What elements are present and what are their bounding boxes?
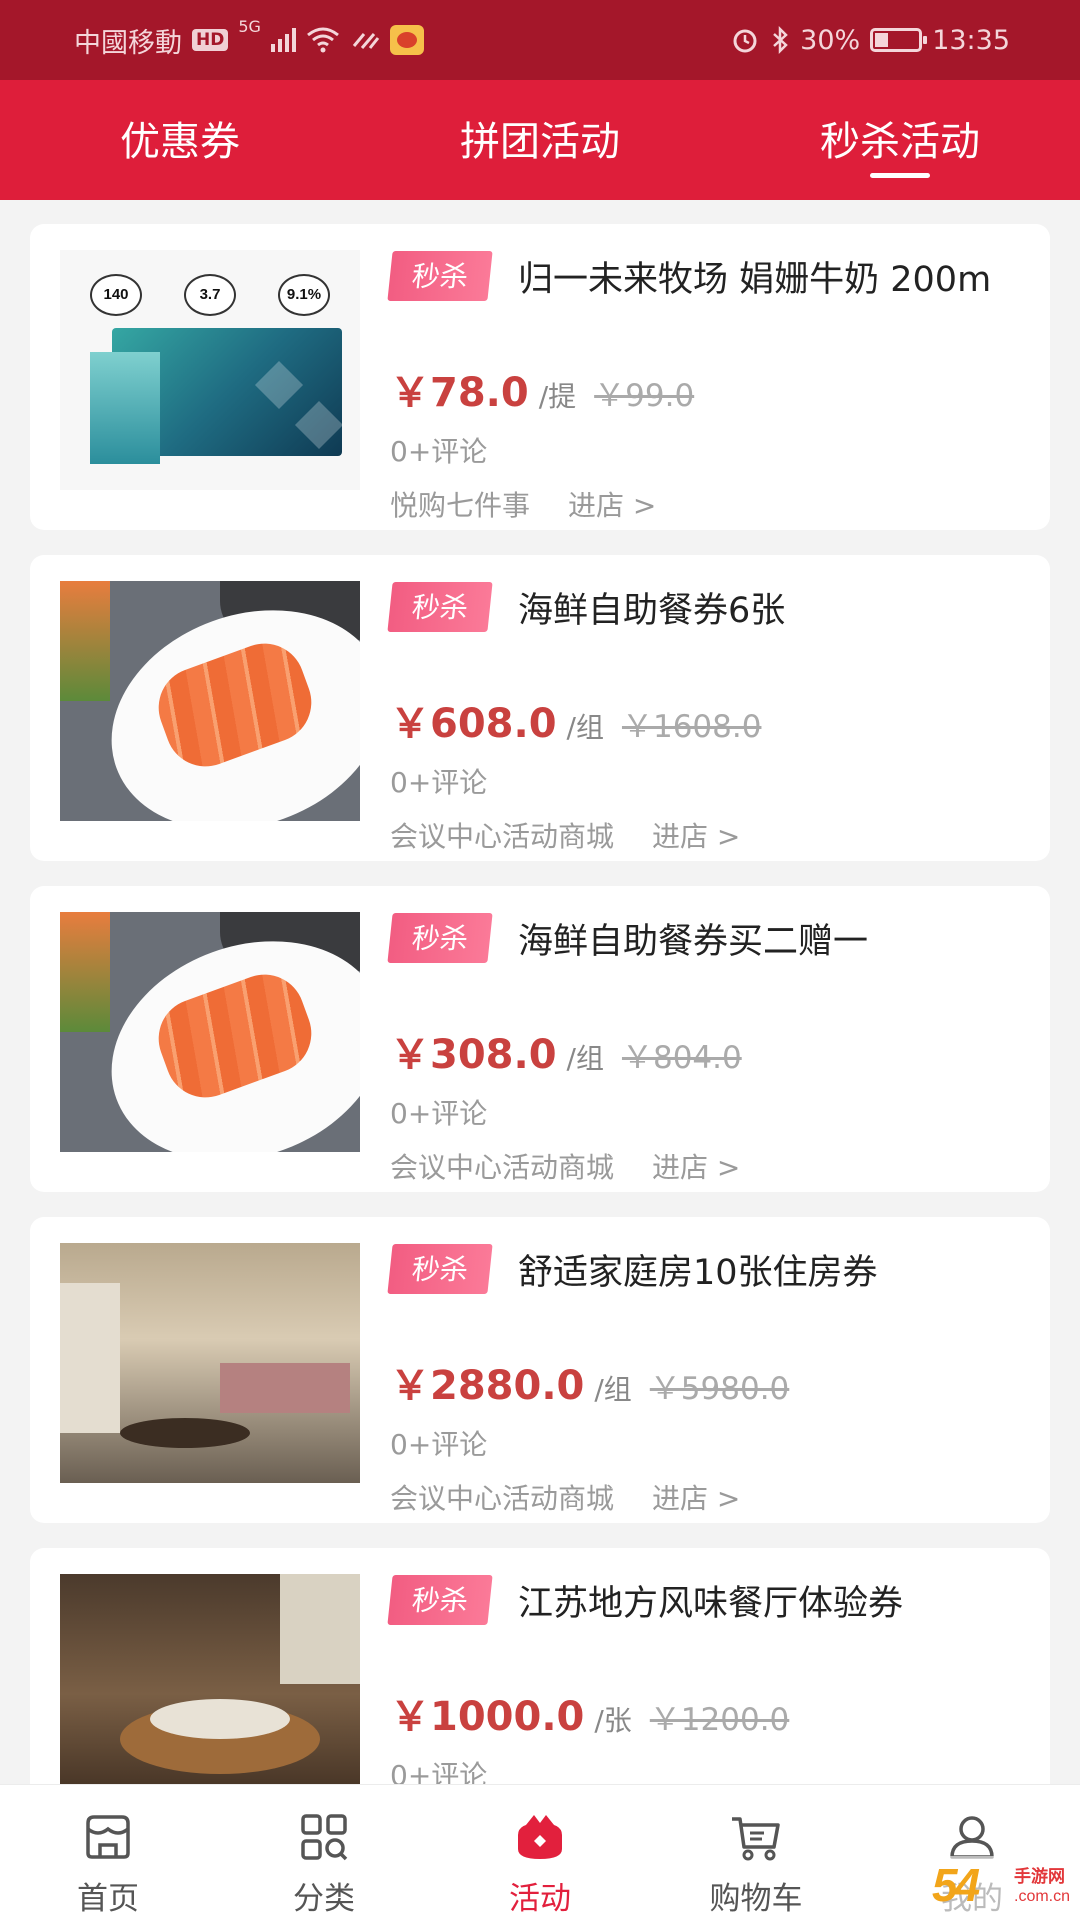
milk-carton-shape: [90, 352, 160, 464]
tab-group-buy[interactable]: 拼团活动: [360, 80, 720, 200]
product-reviews: 0+评论: [390, 766, 488, 799]
product-info: 秒杀 归一未来牧场 娟姗牛奶 200m ￥78.0 /提 ￥99.0 0+评论 …: [387, 246, 1050, 524]
product-image-salmon[interactable]: [60, 581, 360, 821]
flash-sale-tag: 秒杀: [387, 1244, 493, 1294]
product-title[interactable]: 归一未来牧场 娟姗牛奶 200m: [518, 251, 991, 302]
product-unit: /组: [566, 1042, 604, 1075]
flash-sale-tag: 秒杀: [387, 251, 493, 301]
category-icon: [301, 1814, 348, 1861]
product-title[interactable]: 江苏地方风味餐厅体验券: [518, 1575, 903, 1626]
product-price: ￥608.0: [390, 701, 557, 747]
status-bar: 中國移動 HD 5G 30% 13:35: [0, 0, 1080, 80]
nav-activity-label: 活动: [509, 1881, 571, 1917]
battery-fill: [875, 33, 889, 47]
link-icon: [352, 33, 380, 49]
nav-cart[interactable]: 购物车: [648, 1785, 864, 1920]
product-reviews: 0+评论: [390, 1097, 488, 1130]
activity-icon: [518, 1815, 562, 1859]
product-original-price: ￥99.0: [594, 378, 695, 414]
milk-dial-1: 140: [90, 274, 142, 316]
product-image-hotel-room[interactable]: [60, 1243, 360, 1483]
network-label: 5G: [238, 16, 261, 36]
product-unit: /张: [594, 1704, 632, 1737]
shop-name: 悦购七件事: [390, 489, 531, 522]
product-card[interactable]: 秒杀 海鲜自助餐券买二赠一 ￥308.0 /组 ￥804.0 0+评论 会议中心…: [30, 886, 1050, 1192]
battery-percent: 30%: [800, 24, 861, 56]
nav-cart-label: 购物车: [709, 1881, 803, 1917]
milk-dial-2: 3.7: [184, 274, 236, 316]
product-card[interactable]: 秒杀 舒适家庭房10张住房券 ￥2880.0 /组 ￥5980.0 0+评论 会…: [30, 1217, 1050, 1523]
nav-activity[interactable]: 活动: [432, 1785, 648, 1920]
product-original-price: ￥1608.0: [621, 709, 762, 745]
tab-flash-sale[interactable]: 秒杀活动: [720, 80, 1080, 200]
activity-tabs: 优惠券 拼团活动 秒杀活动: [0, 80, 1080, 200]
shop-name: 会议中心活动商城: [390, 1151, 615, 1184]
nav-home-label: 首页: [77, 1881, 139, 1917]
flash-sale-tag: 秒杀: [387, 1575, 493, 1625]
bottom-nav: 首页 分类 活动 购物车 我的: [0, 1784, 1080, 1920]
product-reviews: 0+评论: [390, 435, 488, 468]
product-title[interactable]: 海鲜自助餐券6张: [518, 582, 785, 633]
product-image-dining-room[interactable]: [60, 1574, 360, 1784]
nav-category-label: 分类: [293, 1881, 355, 1917]
enter-store-link[interactable]: 进店 >: [652, 1477, 740, 1517]
watermark-domain: .com.cn: [1014, 1888, 1071, 1905]
product-reviews: 0+评论: [390, 1428, 488, 1461]
status-right: 30% 13:35: [730, 25, 1010, 56]
battery-icon: [870, 28, 928, 52]
home-icon: [86, 1815, 130, 1859]
bluetooth-icon: [773, 25, 788, 55]
product-price: ￥78.0: [390, 370, 529, 416]
enter-store-link[interactable]: 进店 >: [568, 484, 656, 524]
product-info: 秒杀 海鲜自助餐券买二赠一 ￥308.0 /组 ￥804.0 0+评论 会议中心…: [387, 908, 1050, 1186]
product-original-price: ￥1200.0: [649, 1702, 790, 1738]
watermark-number: 54: [932, 1859, 980, 1911]
product-info: 秒杀 舒适家庭房10张住房券 ￥2880.0 /组 ￥5980.0 0+评论 会…: [387, 1239, 1050, 1517]
product-info: 秒杀 海鲜自助餐券6张 ￥608.0 /组 ￥1608.0 0+评论 会议中心活…: [387, 577, 1050, 855]
alarm-icon: [733, 29, 757, 53]
signal-icon: [270, 28, 296, 52]
product-unit: /组: [594, 1373, 632, 1406]
product-title[interactable]: 海鲜自助餐券买二赠一: [518, 913, 868, 964]
product-info: 秒杀 江苏地方风味餐厅体验券 ￥1000.0 /张 ￥1200.0 0+评论: [387, 1570, 1050, 1784]
product-image-milk[interactable]: 140 3.7 9.1%: [60, 250, 360, 490]
carrier-label: 中國移動: [74, 27, 182, 59]
enter-store-link[interactable]: 进店 >: [652, 815, 740, 855]
product-reviews: 0+评论: [390, 1759, 488, 1784]
weibo-icon: [389, 25, 424, 55]
watermark-text: 手游网: [1014, 1867, 1065, 1886]
enter-store-link[interactable]: 进店 >: [652, 1146, 740, 1186]
product-image-salmon[interactable]: [60, 912, 360, 1152]
flash-sale-tag: 秒杀: [387, 913, 493, 963]
milk-dial-3: 9.1%: [278, 274, 330, 316]
wifi-icon: [306, 27, 339, 53]
product-unit: /组: [566, 711, 604, 744]
product-original-price: ￥804.0: [621, 1040, 742, 1076]
status-left: 中國移動 HD 5G: [74, 17, 424, 60]
product-card[interactable]: 秒杀 江苏地方风味餐厅体验券 ￥1000.0 /张 ￥1200.0 0+评论: [30, 1548, 1050, 1784]
product-title[interactable]: 舒适家庭房10张住房券: [518, 1244, 878, 1295]
clock: 13:35: [932, 24, 1010, 56]
product-card[interactable]: 秒杀 海鲜自助餐券6张 ￥608.0 /组 ￥1608.0 0+评论 会议中心活…: [30, 555, 1050, 861]
product-card[interactable]: 140 3.7 9.1% 秒杀 归一未来牧场 娟姗牛奶 200m ￥78.0 /…: [30, 224, 1050, 530]
shop-name: 会议中心活动商城: [390, 820, 615, 853]
product-original-price: ￥5980.0: [649, 1371, 790, 1407]
cart-icon: [732, 1817, 780, 1861]
hd-badge: HD: [192, 29, 229, 51]
product-list: 140 3.7 9.1% 秒杀 归一未来牧场 娟姗牛奶 200m ￥78.0 /…: [30, 224, 1050, 1784]
product-price: ￥1000.0: [390, 1694, 585, 1740]
tab-coupons[interactable]: 优惠券: [0, 80, 360, 200]
nav-category[interactable]: 分类: [216, 1785, 432, 1920]
product-price: ￥2880.0: [390, 1363, 585, 1409]
product-price: ￥308.0: [390, 1032, 557, 1078]
flash-sale-tag: 秒杀: [387, 582, 493, 632]
product-unit: /提: [538, 380, 577, 413]
shop-name: 会议中心活动商城: [390, 1482, 615, 1515]
nav-home[interactable]: 首页: [0, 1785, 216, 1920]
watermark-logo: 54 手游网 .com.cn: [928, 1856, 1080, 1920]
